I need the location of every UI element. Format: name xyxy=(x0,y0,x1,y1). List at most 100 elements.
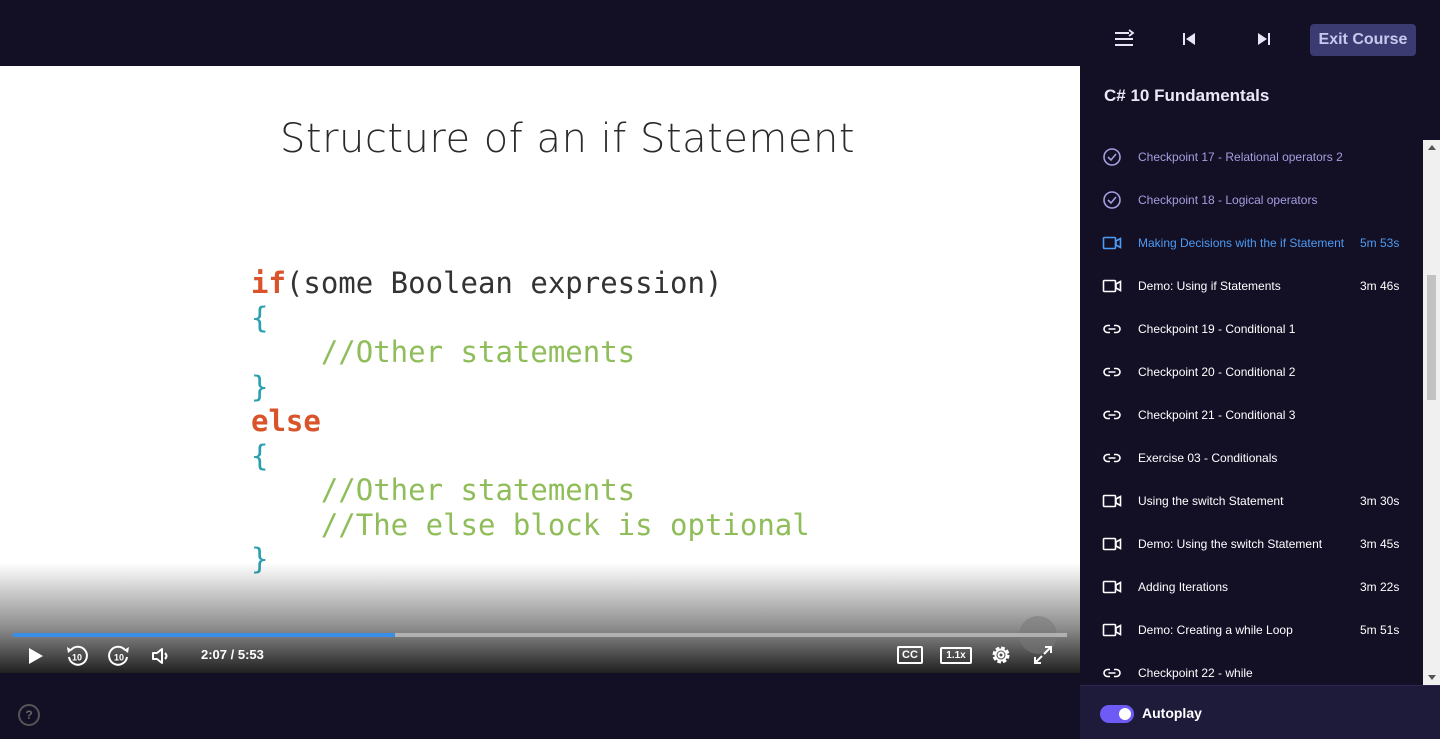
slide-title: Structure of an if Statement xyxy=(280,116,856,162)
autoplay-toggle[interactable] xyxy=(1100,705,1134,723)
code-open-brace: { xyxy=(251,300,269,335)
next-clip-button[interactable] xyxy=(1253,28,1275,50)
clip-title: Making Decisions with the if Statement xyxy=(1138,236,1345,250)
code-block: if(some Boolean expression) { //Other st… xyxy=(251,266,810,577)
sidebar-toolbar: Exit Course xyxy=(1080,0,1440,80)
code-if-keyword: if xyxy=(251,266,286,300)
clip-item[interactable]: Checkpoint 22 - while xyxy=(1080,651,1423,685)
clip-title: Exercise 03 - Conditionals xyxy=(1138,451,1278,465)
clip-item[interactable]: Demo: Using if Statements 3m 46s xyxy=(1080,264,1423,307)
clip-list: Checkpoint 17 - Relational operators 2 Ch… xyxy=(1080,135,1423,685)
play-button[interactable] xyxy=(22,643,48,669)
progress-fill xyxy=(13,633,395,637)
forward-10-button[interactable]: 10 xyxy=(106,643,132,669)
course-title: C# 10 Fundamentals xyxy=(1104,86,1270,105)
rewind-10-button[interactable]: 10 xyxy=(64,643,90,669)
video-player[interactable]: Structure of an if Statement if(some Boo… xyxy=(0,66,1080,673)
clip-item[interactable]: Demo: Creating a while Loop 5m 51s xyxy=(1080,608,1423,651)
clip-duration: 3m 46s xyxy=(1360,279,1400,293)
clip-title: Checkpoint 19 - Conditional 1 xyxy=(1138,322,1296,336)
clip-title: Checkpoint 18 - Logical operators xyxy=(1138,193,1318,207)
clip-item[interactable]: Checkpoint 20 - Conditional 2 xyxy=(1080,350,1423,393)
progress-bar[interactable] xyxy=(13,633,1067,637)
video-icon xyxy=(1102,233,1122,253)
clip-title: Demo: Using if Statements xyxy=(1138,279,1281,293)
clip-duration: 5m 53s xyxy=(1360,236,1400,250)
clip-title: Demo: Using the switch Statement xyxy=(1138,537,1323,551)
scroll-down-arrow-icon[interactable] xyxy=(1428,675,1436,680)
clip-title: Checkpoint 17 - Relational operators 2 xyxy=(1138,150,1343,164)
speed-label: 1.1x xyxy=(940,646,972,664)
link-icon xyxy=(1102,405,1122,425)
link-icon xyxy=(1102,448,1122,468)
clip-item[interactable]: Exercise 03 - Conditionals xyxy=(1080,436,1423,479)
clip-title: Checkpoint 21 - Conditional 3 xyxy=(1138,408,1296,422)
clip-title: Checkpoint 20 - Conditional 2 xyxy=(1138,365,1296,379)
exit-course-button[interactable]: Exit Course xyxy=(1310,24,1416,56)
autoplay-label: Autoplay xyxy=(1142,705,1202,721)
clip-item[interactable]: Checkpoint 18 - Logical operators xyxy=(1080,178,1423,221)
clip-item[interactable]: Demo: Using the switch Statement 3m 45s xyxy=(1080,522,1423,565)
fullscreen-button[interactable] xyxy=(1030,642,1056,668)
video-icon xyxy=(1102,491,1122,511)
settings-button[interactable] xyxy=(988,642,1014,668)
clip-item[interactable]: Checkpoint 21 - Conditional 3 xyxy=(1080,393,1423,436)
clip-title: Using the switch Statement xyxy=(1138,494,1284,508)
clip-duration: 3m 22s xyxy=(1360,580,1400,594)
clip-item[interactable]: Checkpoint 19 - Conditional 1 xyxy=(1080,307,1423,350)
bottom-bar xyxy=(0,673,1080,739)
help-icon[interactable]: ? xyxy=(18,704,40,726)
code-open-brace: { xyxy=(251,438,269,473)
code-comment: //The else block is optional xyxy=(320,507,810,542)
sidebar-scrollbar[interactable] xyxy=(1423,140,1440,685)
top-bar xyxy=(0,0,1080,66)
forward-10-icon: 10 xyxy=(108,645,129,666)
scroll-up-arrow-icon[interactable] xyxy=(1428,145,1436,150)
code-comment: //Other statements xyxy=(320,473,636,507)
svg-text:10: 10 xyxy=(72,653,82,663)
toggle-knob xyxy=(1119,708,1131,720)
clip-duration: 3m 45s xyxy=(1360,537,1400,551)
code-condition: (some Boolean expression) xyxy=(285,266,723,300)
clip-item[interactable]: Adding Iterations 3m 22s xyxy=(1080,565,1423,608)
code-else-keyword: else xyxy=(251,404,321,438)
list-arrow-icon xyxy=(1115,29,1135,46)
fullscreen-icon xyxy=(1034,646,1052,664)
video-icon xyxy=(1102,276,1122,296)
video-icon xyxy=(1102,534,1122,554)
play-icon xyxy=(29,648,43,664)
cc-icon: CC xyxy=(897,646,923,664)
clip-title: Checkpoint 22 - while xyxy=(1138,666,1253,680)
gear-icon xyxy=(992,646,1010,664)
video-icon xyxy=(1102,577,1122,597)
scrollbar-thumb[interactable] xyxy=(1427,275,1436,400)
clip-item[interactable]: Checkpoint 17 - Relational operators 2 xyxy=(1080,135,1423,178)
check-circle-icon xyxy=(1102,190,1122,210)
volume-icon xyxy=(152,648,168,664)
clip-duration: 5m 51s xyxy=(1360,623,1400,637)
clip-title: Adding Iterations xyxy=(1138,580,1229,594)
toc-toggle-button[interactable] xyxy=(1112,27,1136,51)
clip-title: Demo: Creating a while Loop xyxy=(1138,623,1293,637)
link-icon xyxy=(1102,362,1122,382)
course-sidebar: Exit Course C# 10 Fundamentals Checkpoin… xyxy=(1080,0,1440,739)
skip-previous-icon xyxy=(1183,33,1195,45)
skip-next-icon xyxy=(1258,33,1270,45)
code-comment: //Other statements xyxy=(320,335,636,369)
playback-speed-button[interactable]: 1.1x xyxy=(939,645,973,665)
autoplay-bar: Autoplay xyxy=(1080,685,1440,739)
video-icon xyxy=(1102,620,1122,640)
volume-button[interactable] xyxy=(148,643,174,669)
code-close-brace: } xyxy=(251,369,269,404)
previous-clip-button[interactable] xyxy=(1178,28,1200,50)
clip-item[interactable]: Using the switch Statement 3m 30s xyxy=(1080,479,1423,522)
link-icon xyxy=(1102,663,1122,683)
captions-button[interactable]: CC xyxy=(897,644,923,666)
link-icon xyxy=(1102,319,1122,339)
playback-time: 2:07 / 5:53 xyxy=(201,647,264,662)
svg-text:10: 10 xyxy=(114,653,124,663)
rewind-10-icon: 10 xyxy=(67,645,88,666)
clip-item[interactable]: Making Decisions with the if Statement 5m… xyxy=(1080,221,1423,264)
check-circle-icon xyxy=(1102,147,1122,167)
clip-duration: 3m 30s xyxy=(1360,494,1400,508)
